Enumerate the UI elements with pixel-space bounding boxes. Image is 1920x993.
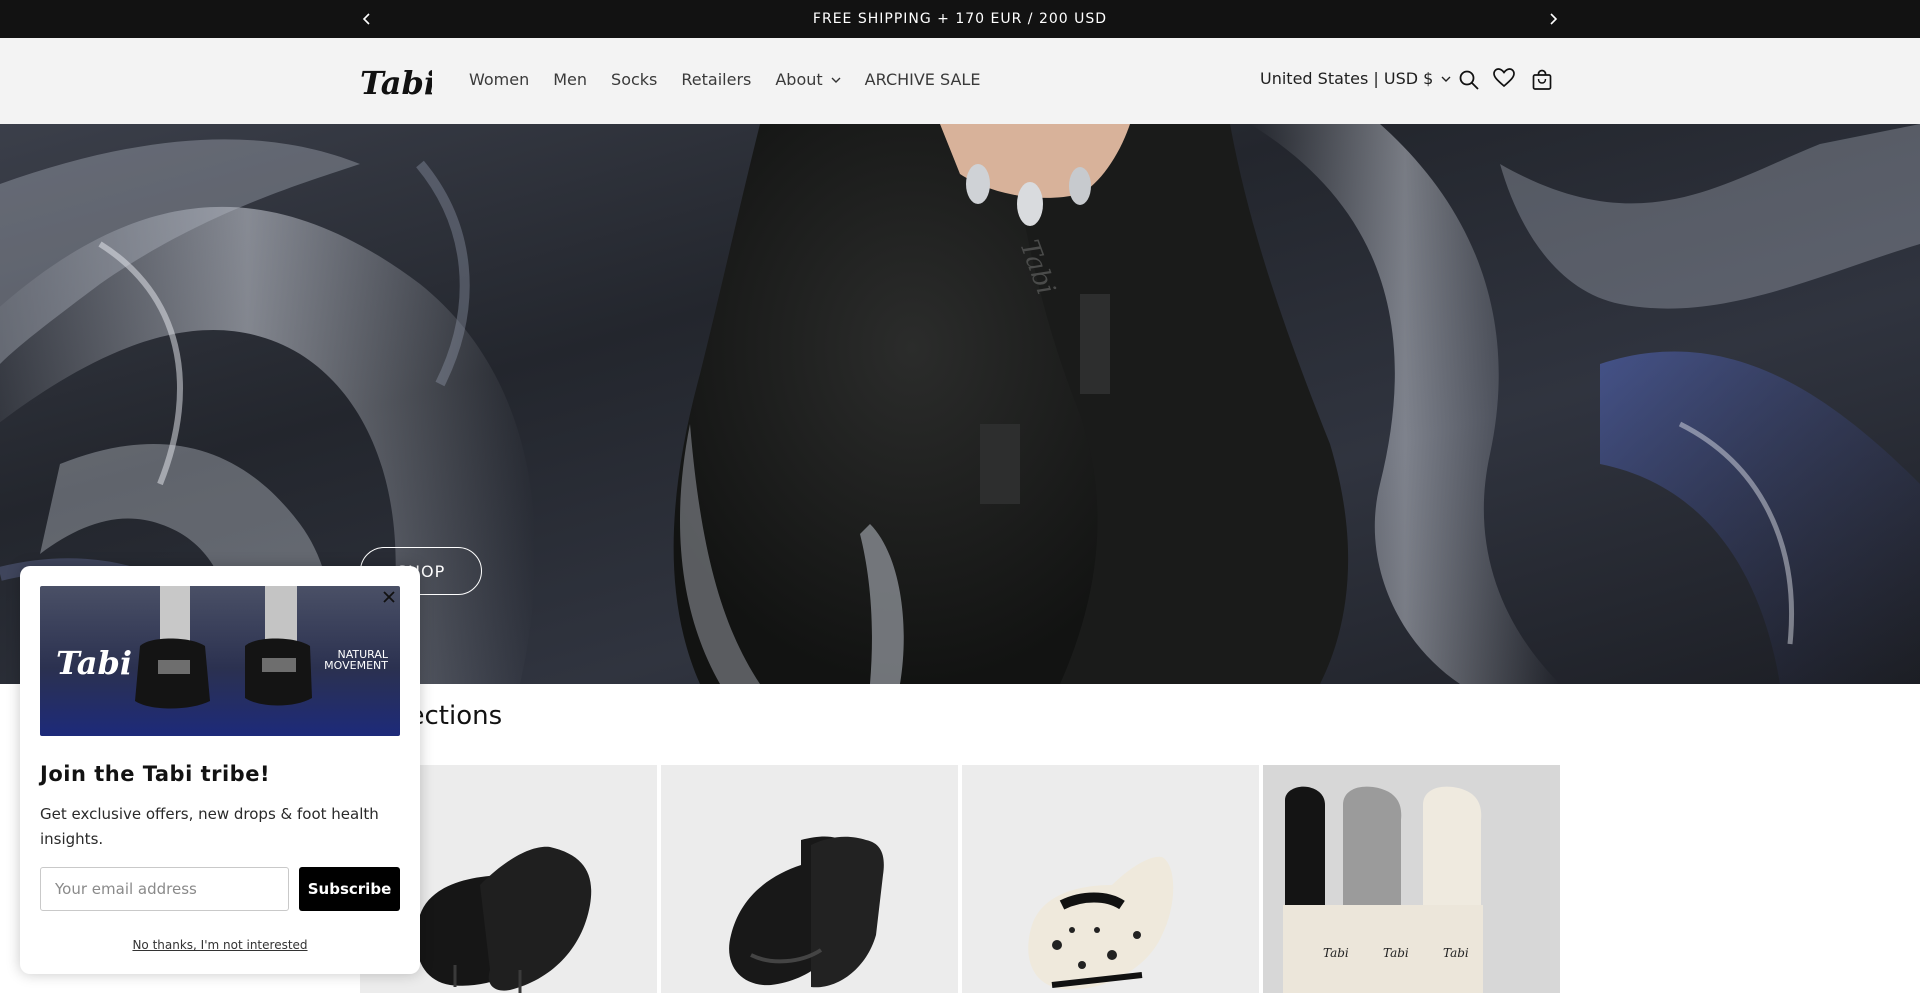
chevron-right-icon[interactable] — [1543, 9, 1563, 29]
nav-about[interactable]: About — [775, 70, 841, 89]
collection-card-black-tabi-high-top[interactable] — [661, 765, 958, 993]
nav-socks[interactable]: Socks — [611, 70, 657, 89]
nav-retailers[interactable]: Retailers — [681, 70, 751, 89]
announcement-bar: FREE SHIPPING + 170 EUR / 200 USD — [0, 0, 1920, 38]
collection-card-leopard-tabi-mary-jane[interactable] — [962, 765, 1259, 993]
subscribe-button[interactable]: Subscribe — [299, 867, 400, 911]
site-header: Tabi Women Men Socks Retailers About ARC… — [0, 38, 1920, 124]
svg-text:Tabi: Tabi — [56, 644, 132, 682]
tabi-logo[interactable]: Tabi — [358, 60, 436, 104]
popup-image: Tabi NATURAL MOVEMENT — [40, 586, 400, 736]
svg-text:Tabi: Tabi — [360, 64, 432, 102]
svg-text:Tabi: Tabi — [1383, 946, 1409, 960]
svg-text:Tabi: Tabi — [1323, 946, 1349, 960]
announcement-text: FREE SHIPPING + 170 EUR / 200 USD — [812, 11, 1108, 27]
email-field[interactable] — [40, 867, 289, 911]
popup-title: Join the Tabi tribe! — [40, 762, 271, 786]
chevron-down-icon — [1441, 76, 1451, 82]
svg-text:MOVEMENT: MOVEMENT — [324, 659, 388, 672]
dismiss-link[interactable]: No thanks, I'm not interested — [20, 938, 420, 952]
nav-archive-sale[interactable]: ARCHIVE SALE — [865, 70, 981, 89]
collection-card-tabi-socks-pack[interactable]: Tabi Tabi Tabi — [1263, 765, 1560, 993]
collection-image — [1028, 856, 1174, 990]
cart-icon[interactable] — [1530, 68, 1554, 92]
chevron-down-icon — [831, 77, 841, 83]
close-icon[interactable] — [378, 586, 400, 608]
main-nav: Women Men Socks Retailers About ARCHIVE … — [469, 70, 1004, 89]
nav-women[interactable]: Women — [469, 70, 529, 89]
nav-men[interactable]: Men — [553, 70, 587, 89]
collection-image — [729, 836, 884, 988]
svg-text:Tabi: Tabi — [1443, 946, 1469, 960]
collection-image: Tabi Tabi Tabi — [1283, 786, 1483, 993]
chevron-left-icon[interactable] — [357, 9, 377, 29]
country-currency-selector[interactable]: United States | USD $ — [1260, 69, 1451, 88]
popup-description: Get exclusive offers, new drops & foot h… — [40, 805, 379, 848]
search-icon[interactable] — [1457, 68, 1481, 92]
heart-icon[interactable] — [1492, 66, 1516, 90]
newsletter-popup: Tabi NATURAL MOVEMENT Join the Tabi trib… — [20, 566, 420, 974]
